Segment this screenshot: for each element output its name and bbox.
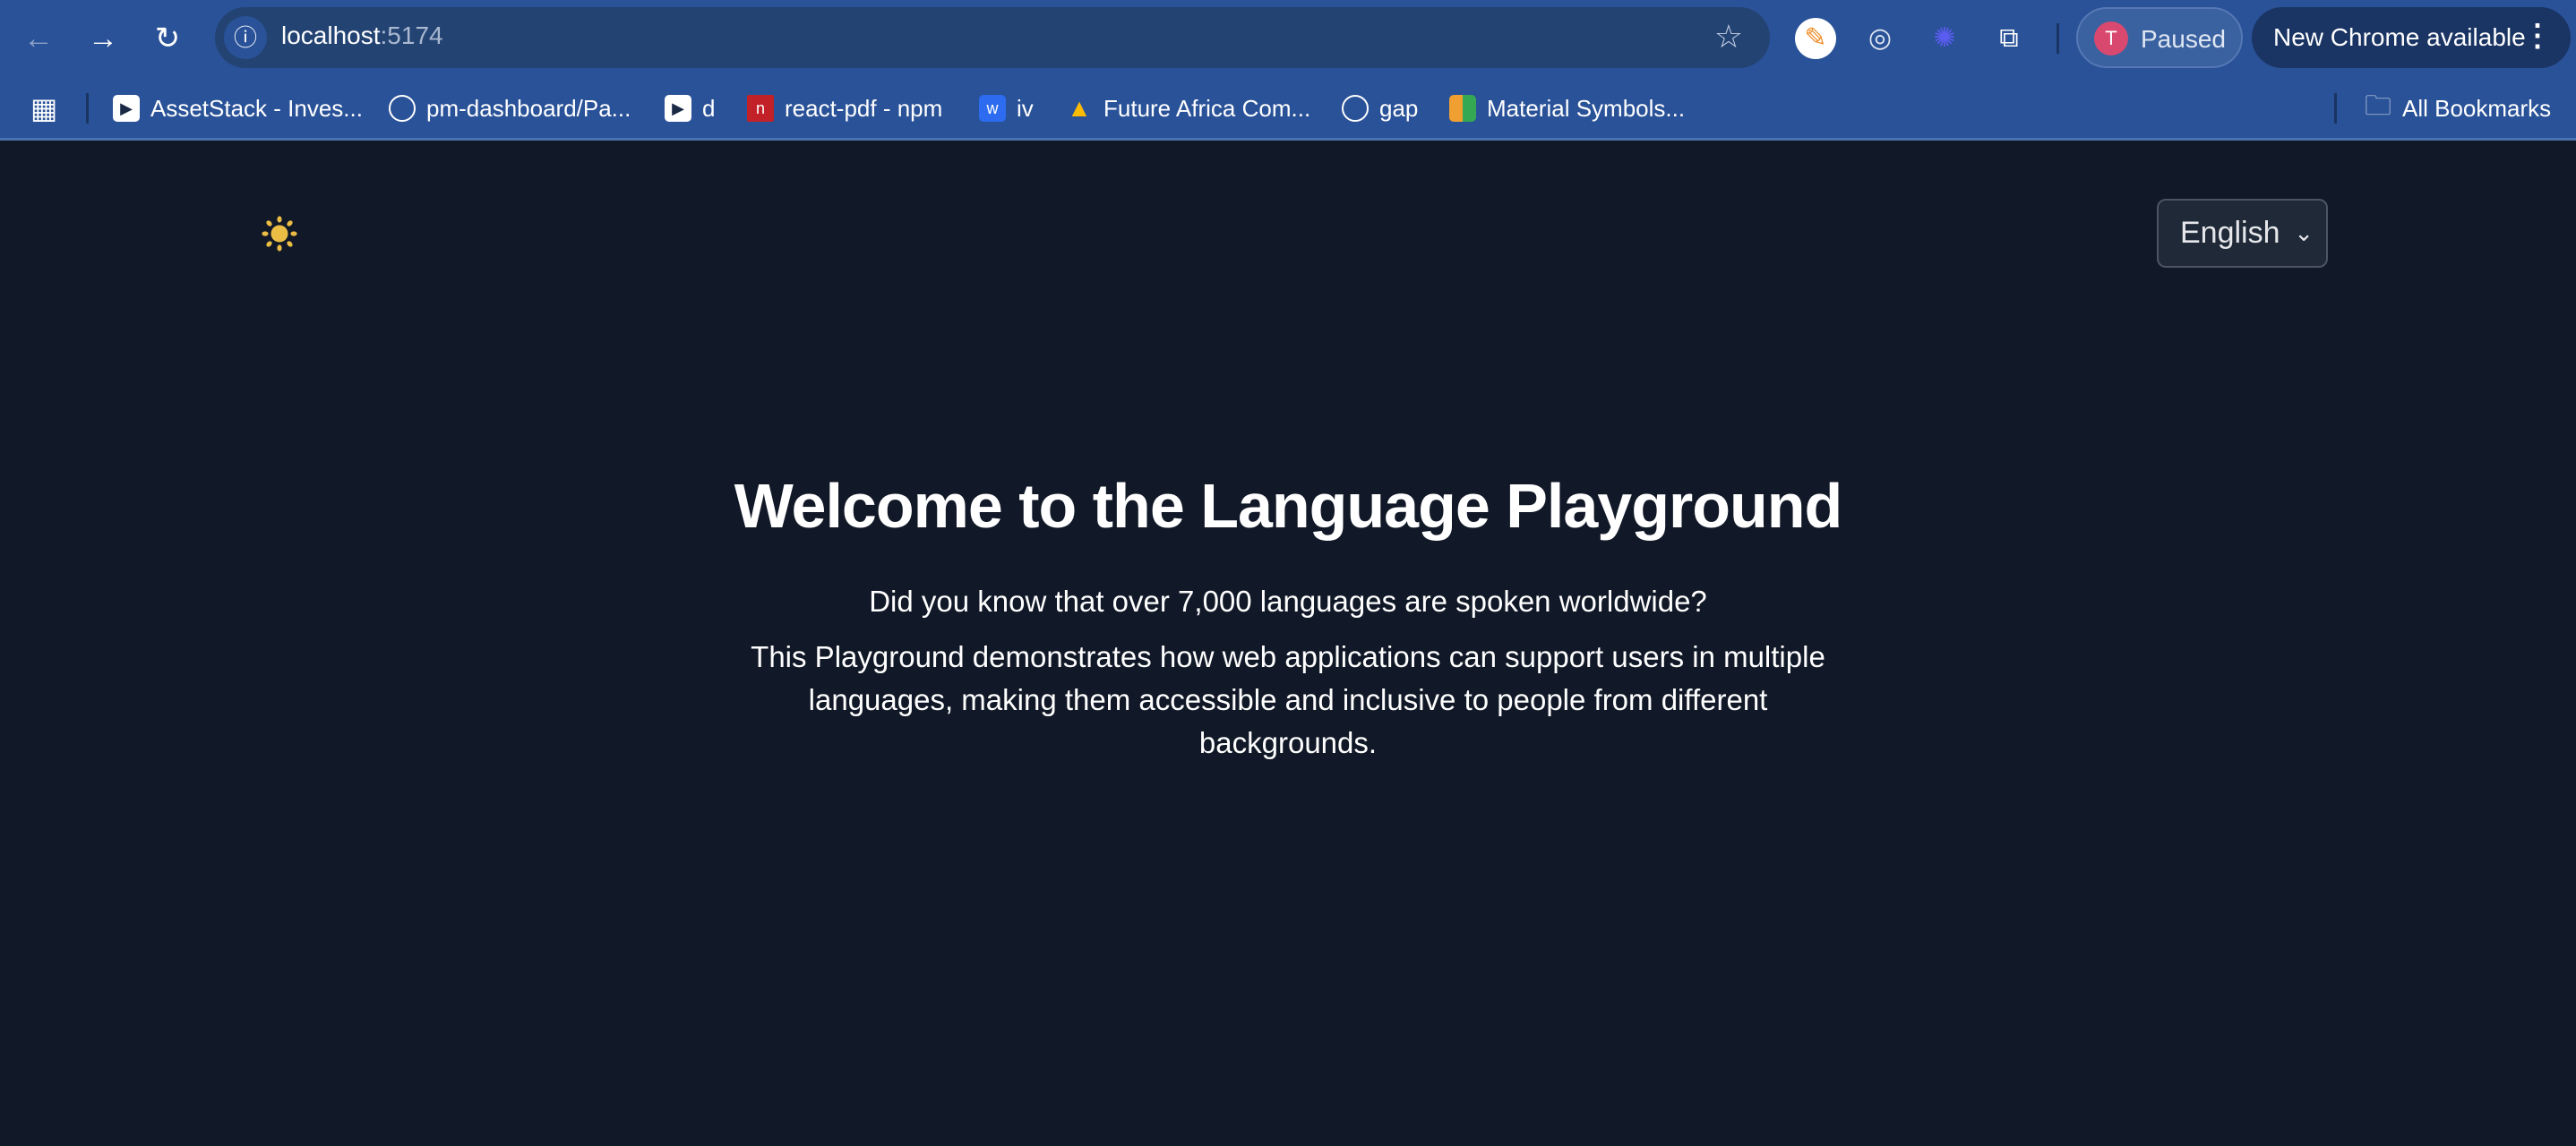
site-info-icon[interactable]: ⓘ (224, 16, 267, 59)
colorpicker-extension-icon[interactable]: ✎ (1795, 18, 1836, 59)
bookmark-item[interactable]: ▶ d (665, 91, 715, 125)
bookmark-item[interactable]: pm-dashboard/Pa... (389, 91, 631, 125)
assetstack-favicon: ▶ (113, 95, 140, 122)
all-bookmarks-label: All Bookmarks (2402, 94, 2552, 122)
bookmark-label: d (702, 94, 716, 122)
toolbar-divider (2057, 23, 2059, 54)
volvo-favicon (1342, 95, 1369, 122)
sun-icon[interactable] (260, 214, 299, 253)
bookmark-item[interactable]: n react-pdf - npm (747, 91, 942, 125)
bookmark-label: react-pdf - npm (785, 94, 943, 122)
intro-text: Did you know that over 7,000 languages a… (869, 585, 1707, 618)
reload-button[interactable]: ↻ (147, 18, 188, 59)
bookmark-item[interactable]: ▶ AssetStack - Inves... (113, 91, 363, 125)
bookmarks-bar: ▦ ▶ AssetStack - Inves... pm-dashboard/Pa… (0, 86, 2576, 131)
profile-status: Paused (2141, 25, 2226, 53)
url-port: :5174 (380, 21, 443, 49)
bookmark-label: AssetStack - Inves... (150, 94, 363, 122)
assetstack-favicon: ▶ (665, 95, 691, 122)
forward-button[interactable]: → (82, 18, 124, 59)
bookmark-label: Future Africa Com... (1103, 94, 1311, 122)
address-bar[interactable]: ⓘ localhost:5174 ☆ (215, 7, 1770, 68)
url-text: localhost:5174 (281, 21, 443, 50)
chevron-down-icon: ⌄ (2294, 219, 2314, 246)
bookmark-item[interactable]: Material Symbols... (1449, 91, 1685, 125)
browser-chrome: ← → ↻ ⓘ localhost:5174 ☆ ✎ ◎ ✺ ⧉ T Pause… (0, 0, 2576, 141)
bookmarks-divider (2334, 93, 2337, 124)
bookmark-label: iv (1017, 94, 1034, 122)
avatar: T (2094, 21, 2128, 56)
asterisk-extension-icon[interactable]: ✺ (1924, 18, 1965, 59)
profile-button[interactable]: T Paused (2076, 7, 2243, 68)
language-select-value: English (2180, 216, 2280, 250)
update-chrome-button[interactable]: New Chrome available ⋮ (2252, 7, 2571, 68)
bookmark-item[interactable]: w iv (979, 91, 1034, 125)
google-drive-icon: ▲ (1067, 94, 1092, 122)
update-label: New Chrome available (2273, 23, 2526, 51)
kebab-menu-icon[interactable]: ⋮ (2522, 18, 2553, 54)
github-icon (389, 95, 416, 122)
bookmark-star-icon[interactable]: ☆ (1714, 18, 1743, 56)
bookmark-item[interactable]: gap (1342, 91, 1418, 125)
bookmark-item[interactable]: ▲ Future Africa Com... (1066, 91, 1310, 125)
url-host: localhost (281, 21, 381, 49)
description-text: This Playground demonstrates how web app… (751, 640, 1825, 759)
npm-favicon: n (747, 95, 774, 122)
bookmarks-divider (86, 93, 89, 124)
bookmark-label: Material Symbols... (1487, 94, 1686, 122)
page-title: Welcome to the Language Playground (734, 471, 1843, 541)
back-button[interactable]: ← (18, 18, 59, 59)
language-select[interactable]: English ⌄ (2157, 199, 2328, 268)
hero-section: Welcome to the Language Playground Did y… (0, 466, 2576, 765)
all-bookmarks-button[interactable]: 🗀 All Bookmarks (2365, 91, 2551, 125)
target-extension-icon[interactable]: ◎ (1859, 18, 1901, 59)
webflow-favicon: w (979, 95, 1006, 122)
bookmark-label: pm-dashboard/Pa... (426, 94, 631, 122)
apps-grid-icon[interactable]: ▦ (30, 91, 57, 125)
folder-icon: 🗀 (2365, 90, 2391, 121)
google-fonts-favicon (1449, 95, 1476, 122)
bookmark-label: gap (1379, 94, 1419, 122)
extensions-puzzle-icon[interactable]: ⧉ (1988, 18, 2030, 59)
